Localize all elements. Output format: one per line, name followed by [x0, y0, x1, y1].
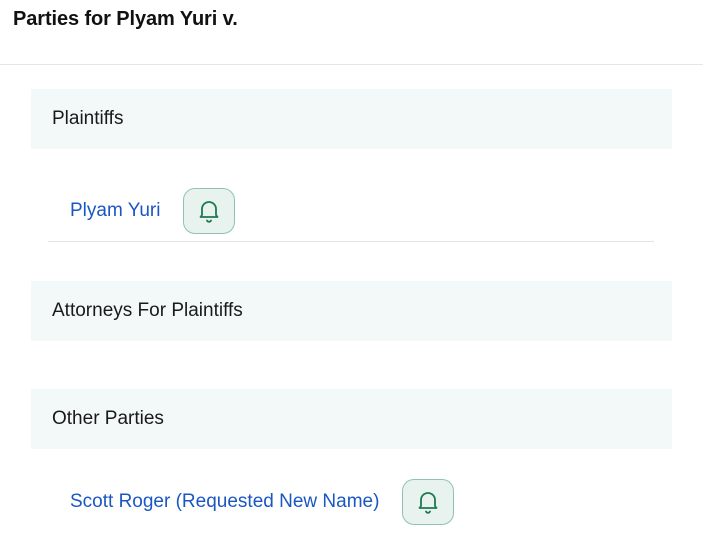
- parties-page: Parties for Plyam Yuri v. Plaintiffs Ply…: [0, 0, 703, 534]
- section-heading-label: Attorneys For Plaintiffs: [52, 300, 243, 321]
- page-title: Parties for Plyam Yuri v.: [13, 8, 238, 30]
- bell-icon: [416, 489, 440, 515]
- party-link-plyam-yuri[interactable]: Plyam Yuri: [70, 200, 160, 222]
- section-heading-label: Plaintiffs: [52, 108, 124, 129]
- bell-icon: [197, 198, 221, 224]
- page-header: Parties for Plyam Yuri v.: [0, 0, 703, 65]
- notify-button-plyam-yuri[interactable]: [183, 187, 236, 234]
- section-heading-label: Other Parties: [52, 408, 164, 429]
- section-heading-plaintiffs: Plaintiffs: [31, 89, 672, 149]
- notify-button-scott-roger[interactable]: [402, 479, 455, 525]
- section-heading-attorneys: Attorneys For Plaintiffs: [31, 281, 672, 341]
- section-heading-other-parties: Other Parties: [31, 389, 672, 449]
- party-row-scott-roger: Scott Roger (Requested New Name): [48, 471, 654, 533]
- party-link-scott-roger[interactable]: Scott Roger (Requested New Name): [70, 491, 379, 513]
- party-row-plyam-yuri: Plyam Yuri: [48, 180, 654, 242]
